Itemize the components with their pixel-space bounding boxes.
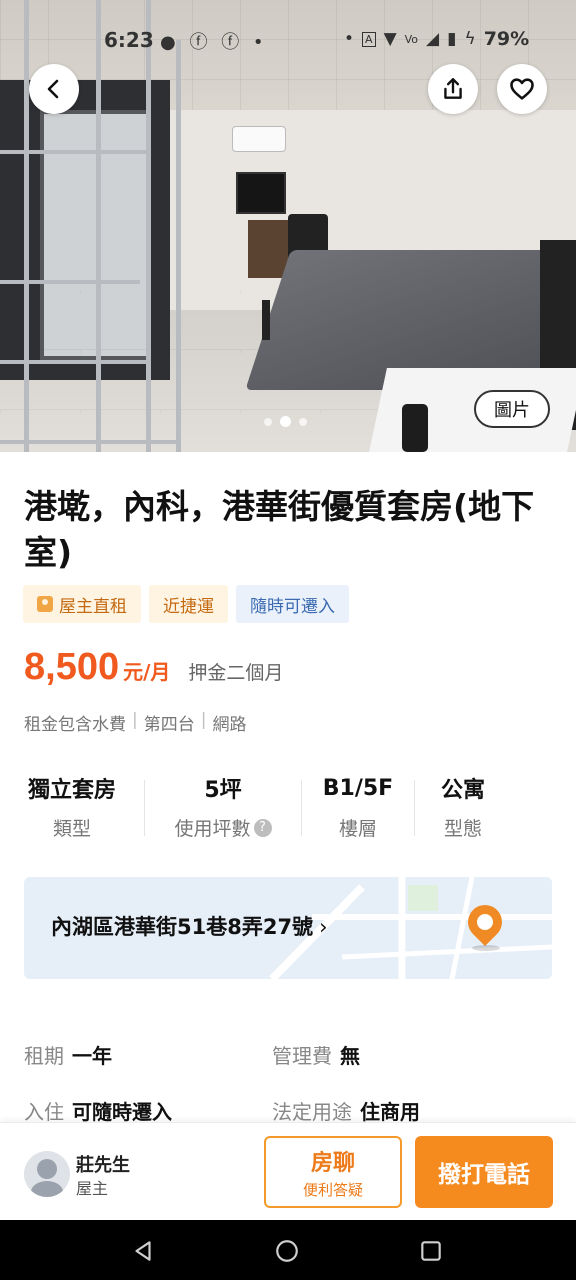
detail-key: 入住 <box>24 1099 64 1124</box>
divider: | <box>200 710 207 730</box>
detail-value: 可隨時遷入 <box>72 1099 172 1124</box>
photo-bed-frame <box>262 300 270 340</box>
battery-percent: 79% <box>483 28 530 50</box>
notification-icons: ● ⓕ ⓕ • <box>160 28 268 54</box>
detail-value: 住商用 <box>360 1099 420 1124</box>
spec-value: 獨立套房 <box>27 778 116 803</box>
chat-bubble-icon: ● <box>160 32 180 53</box>
address-link[interactable]: 內湖區港華街51巷8弄27號 › <box>51 911 327 941</box>
contact-role: 屋主 <box>76 1179 109 1198</box>
includes-item: 租金包含水費 <box>24 715 126 735</box>
spec-label-row: 使用坪數 ? <box>174 814 272 841</box>
detail-move-in: 入住 可隨時遷入 <box>24 1096 272 1125</box>
system-nav-bar <box>0 1220 576 1280</box>
listing-title: 港墘，內科，港華街優質套房(地下室) <box>24 487 535 572</box>
tag-label: 屋主直租 <box>59 596 127 617</box>
chat-button[interactable]: 房聊 便利答疑 <box>264 1136 402 1208</box>
chevron-left-icon <box>47 79 59 99</box>
price-row: 8,500 元/月 押金二個月 <box>24 646 283 689</box>
listing-tags: 屋主直租 近捷運 隨時可遷入 <box>23 585 349 623</box>
pagination-dot[interactable] <box>299 417 307 426</box>
tag-owner-direct: 屋主直租 <box>23 585 141 623</box>
contact-name: 莊先生 <box>76 1155 130 1176</box>
deposit-text: 押金二個月 <box>188 662 284 684</box>
photo-tv <box>236 172 286 214</box>
divider: | <box>132 710 138 730</box>
detail-key: 租期 <box>24 1043 64 1068</box>
chevron-right-icon: › <box>319 915 328 939</box>
status-time: 6:23 <box>104 28 154 52</box>
system-icons: • A ▼ Vo ◢ ▮ ϟ 79% <box>344 28 529 50</box>
spec-floor: B1/5F 樓層 <box>302 770 414 846</box>
avatar[interactable] <box>24 1151 70 1197</box>
spec-label: 型態 <box>443 818 482 840</box>
detail-management-fee: 管理費 無 <box>272 1040 520 1069</box>
signal-icon: ◢ <box>426 29 440 49</box>
spec-summary: 獨立套房 類型 5坪 使用坪數 ? B1/5F 樓層 公寓 型態 <box>0 770 576 846</box>
address-card[interactable]: 內湖區港華街51巷8弄27號 › <box>24 877 552 979</box>
address-text: 內湖區港華街51巷8弄27號 <box>51 915 314 939</box>
chat-button-sublabel: 便利答疑 <box>302 1180 363 1199</box>
rent-unit: 元/月 <box>123 660 171 684</box>
owner-icon <box>37 596 53 612</box>
nav-back-icon[interactable] <box>130 1238 156 1264</box>
dot-icon: • <box>344 29 355 49</box>
call-button[interactable]: 撥打電話 <box>415 1136 553 1208</box>
tag-label: 隨時可遷入 <box>250 596 335 617</box>
tag-near-mrt: 近捷運 <box>149 585 228 623</box>
volte-icon: Vo <box>404 32 419 46</box>
auto-hd-icon: A <box>362 31 376 47</box>
gallery-pagination <box>264 416 307 427</box>
detail-key: 法定用途 <box>272 1099 352 1124</box>
wifi-icon: ▼ <box>383 29 397 49</box>
spec-value: 公寓 <box>440 778 485 803</box>
photo-air-conditioner <box>232 126 286 152</box>
rent-price: 8,500 <box>24 646 120 688</box>
help-icon[interactable]: ? <box>253 818 272 837</box>
spec-label: 類型 <box>52 818 91 840</box>
pagination-dot[interactable] <box>264 417 272 426</box>
facebook-icon: ⓕ <box>189 32 212 53</box>
includes-item: 第四台 <box>143 715 195 735</box>
photo-remote <box>402 404 428 452</box>
nav-home-icon[interactable] <box>274 1238 300 1264</box>
status-bar: 6:23 ● ⓕ ⓕ • • A ▼ Vo ◢ ▮ ϟ 79% <box>0 0 576 80</box>
includes-item: 網路 <box>212 715 247 735</box>
detail-value: 無 <box>340 1043 360 1068</box>
detail-key: 管理費 <box>272 1043 332 1068</box>
dot-icon: • <box>252 32 268 53</box>
spec-label: 樓層 <box>338 818 377 840</box>
spec-value: 5坪 <box>204 778 242 803</box>
spec-label: 使用坪數 <box>174 818 251 840</box>
tag-move-in-anytime: 隨時可遷入 <box>236 585 349 623</box>
spec-area: 5坪 使用坪數 ? <box>145 770 301 846</box>
chat-button-label: 房聊 <box>310 1150 355 1176</box>
contact-bar: 莊先生 屋主 房聊 便利答疑 撥打電話 <box>0 1122 576 1220</box>
map-pin-shadow <box>472 945 500 951</box>
photo-category-button[interactable]: 圖片 <box>474 390 550 428</box>
detail-lease-term: 租期 一年 <box>24 1040 272 1069</box>
detail-row: 租期 一年 管理費 無 <box>24 1026 554 1082</box>
nav-recents-icon[interactable] <box>418 1238 444 1264</box>
battery-icon: ▮ <box>447 29 457 49</box>
facebook-icon: ⓕ <box>221 32 244 53</box>
rent-includes: 租金包含水費 | 第四台 | 網路 <box>24 710 246 735</box>
charging-icon: ϟ <box>464 29 476 49</box>
spec-value: B1/5F <box>322 775 394 801</box>
pagination-dot-active[interactable] <box>280 416 291 427</box>
tag-label: 近捷運 <box>163 596 214 617</box>
detail-legal-use: 法定用途 住商用 <box>272 1096 520 1125</box>
spec-building-type: 公寓 型態 <box>415 770 511 846</box>
spec-type: 獨立套房 類型 <box>0 770 144 846</box>
detail-value: 一年 <box>72 1043 112 1068</box>
